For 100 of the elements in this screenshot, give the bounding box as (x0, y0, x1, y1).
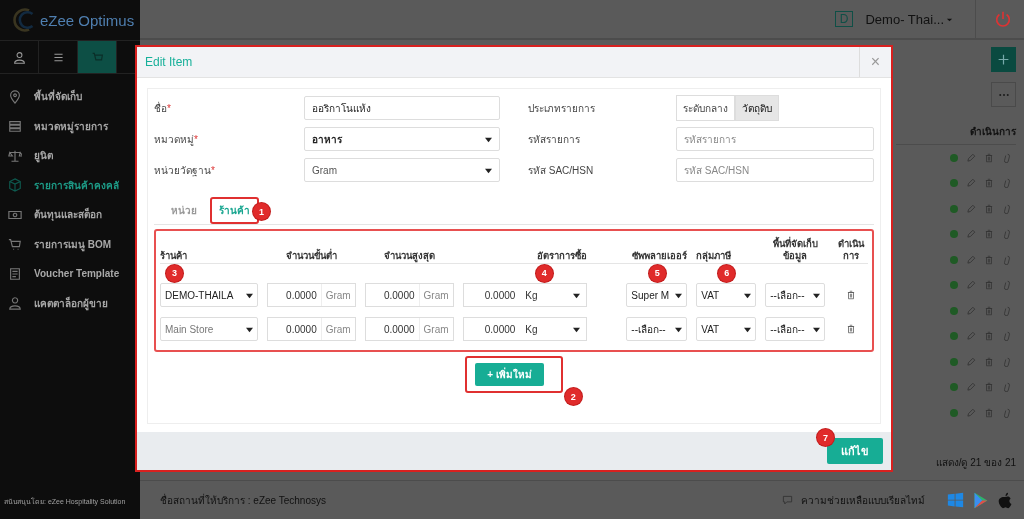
dialog-title: Edit Item (144, 55, 194, 69)
caret-icon (675, 325, 683, 333)
link-icon[interactable] (1002, 254, 1012, 265)
column-header: จำนวนขั้นต่ำ (285, 249, 337, 261)
link-icon[interactable] (1002, 305, 1012, 316)
tax-select[interactable]: VAT (696, 283, 757, 307)
power-icon[interactable] (994, 10, 1012, 28)
column-header: ดำเนินการ (896, 124, 1016, 145)
edit-icon[interactable] (966, 407, 976, 418)
edit-icon[interactable] (966, 280, 976, 291)
plus-icon (997, 53, 1010, 66)
column-header: ดำเนินการ (837, 238, 866, 261)
more-icon (997, 92, 1010, 97)
input-field[interactable]: 0.0000 (463, 323, 520, 335)
link-icon[interactable] (1002, 178, 1012, 189)
doc-icon (8, 266, 22, 281)
link-icon[interactable] (1002, 382, 1012, 393)
delete-icon[interactable] (846, 290, 857, 300)
caret-icon (245, 325, 253, 333)
step-marker: 6 (718, 265, 736, 282)
input-field[interactable]: ออริกาโนแห้ง (304, 96, 500, 120)
link-icon[interactable] (1002, 229, 1012, 240)
more-button[interactable] (991, 82, 1016, 107)
edit-icon[interactable] (966, 382, 976, 393)
cart-tab[interactable] (78, 41, 117, 73)
user-icon (8, 296, 22, 311)
tax-select[interactable]: VAT (696, 317, 757, 341)
delete-icon[interactable] (846, 324, 857, 334)
edit-icon[interactable] (966, 305, 976, 316)
add-button[interactable] (991, 47, 1016, 72)
link-icon[interactable] (1002, 331, 1012, 342)
list-icon (8, 119, 22, 134)
field-label: รหัสรายการ (528, 132, 580, 147)
supplier-select[interactable]: --เลือก-- (626, 317, 688, 341)
step-marker: 4 (535, 265, 553, 282)
required-mark: * (211, 164, 215, 176)
link-icon[interactable] (1002, 407, 1012, 418)
storage-select[interactable]: --เลือก-- (765, 283, 826, 307)
edit-icon[interactable] (966, 178, 976, 189)
user-icon (12, 50, 26, 64)
segment-option[interactable]: ระดับกลาง (676, 95, 735, 121)
column-header: ซัพพลายเออร์ (632, 249, 688, 261)
caret-icon (573, 291, 581, 299)
sidebar-item[interactable]: พื้นที่จัดเก็บ (0, 82, 140, 112)
input-field[interactable]: รหัส SAC/HSN (676, 158, 874, 182)
edit-icon[interactable] (966, 152, 976, 163)
box-icon (8, 178, 22, 193)
supplier-select[interactable]: Super M (626, 283, 688, 307)
sidebar-item[interactable]: ยูนิต (0, 141, 140, 171)
store-select[interactable]: Main Store (160, 317, 258, 341)
link-icon[interactable] (1002, 203, 1012, 214)
column-header: จำนวนสูงสุด (383, 249, 435, 261)
edit-icon[interactable] (966, 254, 976, 265)
caret-icon (813, 325, 821, 333)
input-field[interactable]: 0.0000 (267, 323, 321, 335)
link-icon[interactable] (1002, 152, 1012, 163)
step-marker: 3 (166, 265, 183, 282)
caret-icon (744, 325, 752, 333)
input-field[interactable]: 0.0000 (365, 289, 419, 301)
location-text: ชื่อสถานที่ให้บริการ : eZee Technosys (160, 492, 326, 508)
step-marker: 7 (817, 429, 834, 446)
sidebar-item[interactable]: แคตตาล็อกผู้ขาย (0, 288, 140, 318)
play-store-icon[interactable] (972, 491, 989, 509)
link-icon[interactable] (1002, 280, 1012, 291)
input-field[interactable]: 0.0000 (463, 289, 520, 301)
input-field[interactable]: 0.0000 (267, 289, 321, 301)
sidebar-item[interactable]: หมวดหมู่รายการ (0, 111, 140, 141)
edit-icon[interactable] (966, 229, 976, 240)
column-header: อัตราการซื้อ (537, 249, 588, 261)
pagination-text: แสดง/ดู 21 ของ 21 (935, 456, 1016, 471)
edit-icon[interactable] (966, 356, 976, 367)
required-mark: * (194, 133, 198, 145)
sidebar-item[interactable]: ต้นทุนและสต็อก (0, 200, 140, 230)
unit-select[interactable]: Kg (519, 323, 587, 335)
sidebar-item[interactable]: Voucher Template (0, 259, 140, 289)
cart-icon (90, 50, 104, 64)
caret-icon (245, 291, 253, 299)
store-select[interactable]: DEMO-THAILA (160, 283, 258, 307)
storage-select[interactable]: --เลือก-- (765, 317, 826, 341)
input-field[interactable]: รหัสรายการ (676, 127, 874, 151)
apple-icon[interactable] (997, 491, 1014, 509)
windows-icon[interactable] (947, 491, 964, 509)
field-label: รหัส SAC/HSN (528, 163, 594, 178)
step-marker: 1 (253, 203, 270, 220)
link-icon[interactable] (1002, 356, 1012, 367)
logo-icon (10, 7, 36, 33)
edit-icon[interactable] (966, 203, 976, 214)
edit-icon[interactable] (966, 331, 976, 342)
segment-option[interactable]: วัตถุดิบ (735, 95, 779, 121)
caret-icon (813, 291, 821, 299)
property-badge: D (834, 11, 854, 27)
sidebar-item[interactable]: รายการเมนู BOM (0, 229, 140, 259)
select-field[interactable]: อาหาร (304, 127, 500, 151)
sidebar-item[interactable]: รายการสินค้าคงคลั (0, 170, 140, 200)
unit-select[interactable]: Kg (519, 289, 587, 301)
chat-icon[interactable] (782, 494, 793, 506)
cart-icon (8, 237, 22, 252)
input-field[interactable]: 0.0000 (365, 323, 419, 335)
caret-icon (485, 135, 492, 143)
unit-label: Gram (418, 284, 453, 306)
